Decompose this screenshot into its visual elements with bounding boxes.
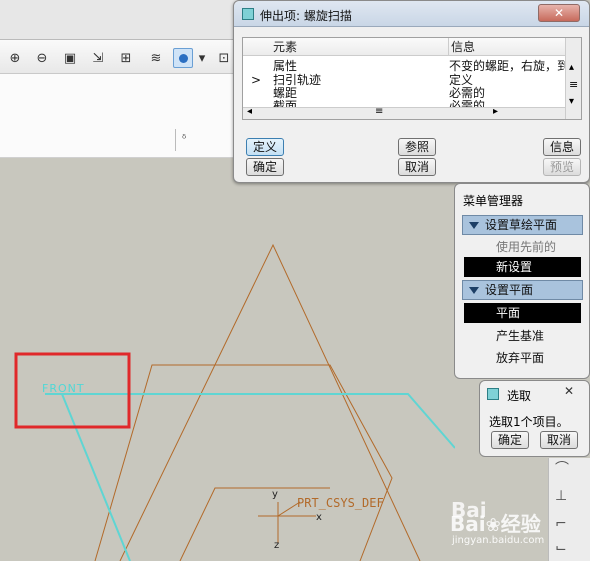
graphics-canvas[interactable]: FRONT PRT_CSYS_DEF y x z Bai <box>0 158 487 561</box>
sketch-tool-icon[interactable]: ⌒ <box>555 458 569 478</box>
table-header: 元素 信息 <box>243 38 565 56</box>
datum-axis-icon[interactable]: ⊥ <box>555 488 567 504</box>
csys-y-label: y <box>272 489 278 500</box>
watermark-logo: Bai❀经验 <box>450 508 541 537</box>
display-style-icon[interactable] <box>173 48 193 68</box>
row-info: 不变的螺距，右旋，到 <box>449 59 570 73</box>
col-divider <box>448 38 449 56</box>
select-prompt: 选取1个项目。 <box>489 415 569 429</box>
datum-label-front[interactable]: FRONT <box>42 382 85 395</box>
horizontal-scrollbar[interactable]: ◂ ≡ ▸ <box>243 106 565 119</box>
view-toolbar: ⊕ ⊖ ▣ ⇲ ⊞ ≋ ▾ ⊡ <box>0 40 240 74</box>
table-row[interactable]: 属性 不变的螺距，右旋，到 <box>243 59 569 73</box>
watermark-brand2: 经验 <box>500 512 541 536</box>
vertical-scrollbar[interactable]: ▴ ≡ ▾ <box>565 38 581 119</box>
close-button[interactable]: ✕ <box>538 4 580 22</box>
define-button[interactable]: 定义 <box>246 138 284 156</box>
select-title: 选取 <box>507 389 532 403</box>
zoom-fit-icon[interactable]: ▣ <box>60 48 80 68</box>
top-strip <box>0 0 240 40</box>
csys-label[interactable]: PRT_CSYS_DEF <box>297 496 384 510</box>
info-button[interactable]: 信息 <box>543 138 581 156</box>
row-element: 螺距 <box>273 86 298 100</box>
scroll-vthumb-icon[interactable]: ≡ <box>569 78 578 91</box>
scroll-thumb-icon[interactable]: ≡ <box>375 106 383 117</box>
menu-section-label: 设置平面 <box>485 283 534 297</box>
scroll-down-icon[interactable]: ▾ <box>569 96 574 107</box>
sketch-triangle <box>119 243 421 561</box>
menu-section-label: 设置草绘平面 <box>485 218 558 232</box>
row-info: 定义 <box>449 73 474 87</box>
ok-button[interactable]: 确定 <box>246 158 284 176</box>
csys-x-label: x <box>316 512 322 523</box>
protrusion-dialog: 伸出项: 螺旋扫描 ✕ 元素 信息 属性 不变的螺距，右旋，到 > 扫引轨迹 定… <box>233 0 590 183</box>
window-icon <box>242 8 254 20</box>
menu-item-quit-plane[interactable]: 放弃平面 <box>464 348 581 368</box>
menu-item-make-datum[interactable]: 产生基准 <box>464 326 581 346</box>
scroll-right-icon[interactable]: ▸ <box>493 106 498 117</box>
secondary-toolbar: ᵟ <box>0 74 240 158</box>
watermark-url: jingyan.baidu.com <box>452 535 545 546</box>
row-marker: > <box>251 73 262 87</box>
scroll-left-icon[interactable]: ◂ <box>247 106 252 117</box>
select-ok-button[interactable]: 确定 <box>491 431 529 449</box>
paw-icon: ❀ <box>485 515 501 536</box>
repaint-icon[interactable]: ⊡ <box>214 48 234 68</box>
select-dialog: 选取 ✕ 选取1个项目。 确定 取消 <box>479 380 590 457</box>
dropdown-icon[interactable]: ▾ <box>196 48 208 68</box>
spin-center-icon[interactable]: ᵟ <box>182 132 186 145</box>
table-row[interactable]: > 扫引轨迹 定义 <box>243 74 565 86</box>
row-info: 必需的 <box>449 86 486 100</box>
scroll-up-icon[interactable]: ▴ <box>569 62 574 73</box>
orient-icon[interactable]: ⇲ <box>88 48 108 68</box>
datum-csys-icon[interactable]: ⌙ <box>555 540 567 556</box>
datum-plane-top <box>45 393 455 449</box>
menu-item-new-setting[interactable]: 新设置 <box>464 257 581 277</box>
row-element: 扫引轨迹 <box>273 73 322 87</box>
datum-point-icon[interactable]: ⌐ <box>555 516 567 532</box>
watermark-brand: Bai <box>450 512 486 536</box>
right-toolbar: ⌒ ⊥ ⌐ ⌙ <box>548 458 590 561</box>
preview-button[interactable]: 预览 <box>543 158 581 176</box>
separator <box>175 129 176 151</box>
zoom-out-icon[interactable]: ⊖ <box>32 48 52 68</box>
window-icon <box>487 388 499 400</box>
dialog-title: 伸出项: 螺旋扫描 <box>260 9 352 23</box>
collapse-icon <box>469 287 479 294</box>
element-table: 元素 信息 属性 不变的螺距，右旋，到 > 扫引轨迹 定义 螺距 必需的 截面 … <box>242 37 582 120</box>
canvas-geometry <box>14 243 455 561</box>
collapse-icon <box>469 222 479 229</box>
select-cancel-button[interactable]: 取消 <box>540 431 578 449</box>
csys-z-label: z <box>274 540 280 551</box>
named-view-icon[interactable]: ⊞ <box>116 48 136 68</box>
layers-icon[interactable]: ≋ <box>146 48 166 68</box>
reference-button[interactable]: 参照 <box>398 138 436 156</box>
menu-manager: 菜单管理器 设置草绘平面 使用先前的 新设置 设置平面 平面 产生基准 放弃平面 <box>454 183 590 379</box>
menu-item-plane[interactable]: 平面 <box>464 303 581 323</box>
menu-section-set-plane[interactable]: 设置平面 <box>462 280 583 300</box>
dialog-titlebar[interactable]: 伸出项: 螺旋扫描 ✕ <box>234 1 589 27</box>
col-info[interactable]: 信息 <box>451 38 475 56</box>
menu-item-use-previous[interactable]: 使用先前的 <box>464 237 581 257</box>
cancel-button[interactable]: 取消 <box>398 158 436 176</box>
col-element[interactable]: 元素 <box>273 38 297 56</box>
zoom-in-icon[interactable]: ⊕ <box>5 48 25 68</box>
close-icon[interactable]: ✕ <box>554 384 584 400</box>
menu-manager-title: 菜单管理器 <box>463 194 524 208</box>
row-element: 属性 <box>273 59 298 73</box>
menu-section-sketch-plane[interactable]: 设置草绘平面 <box>462 215 583 235</box>
table-row[interactable]: 螺距 必需的 <box>243 87 565 99</box>
